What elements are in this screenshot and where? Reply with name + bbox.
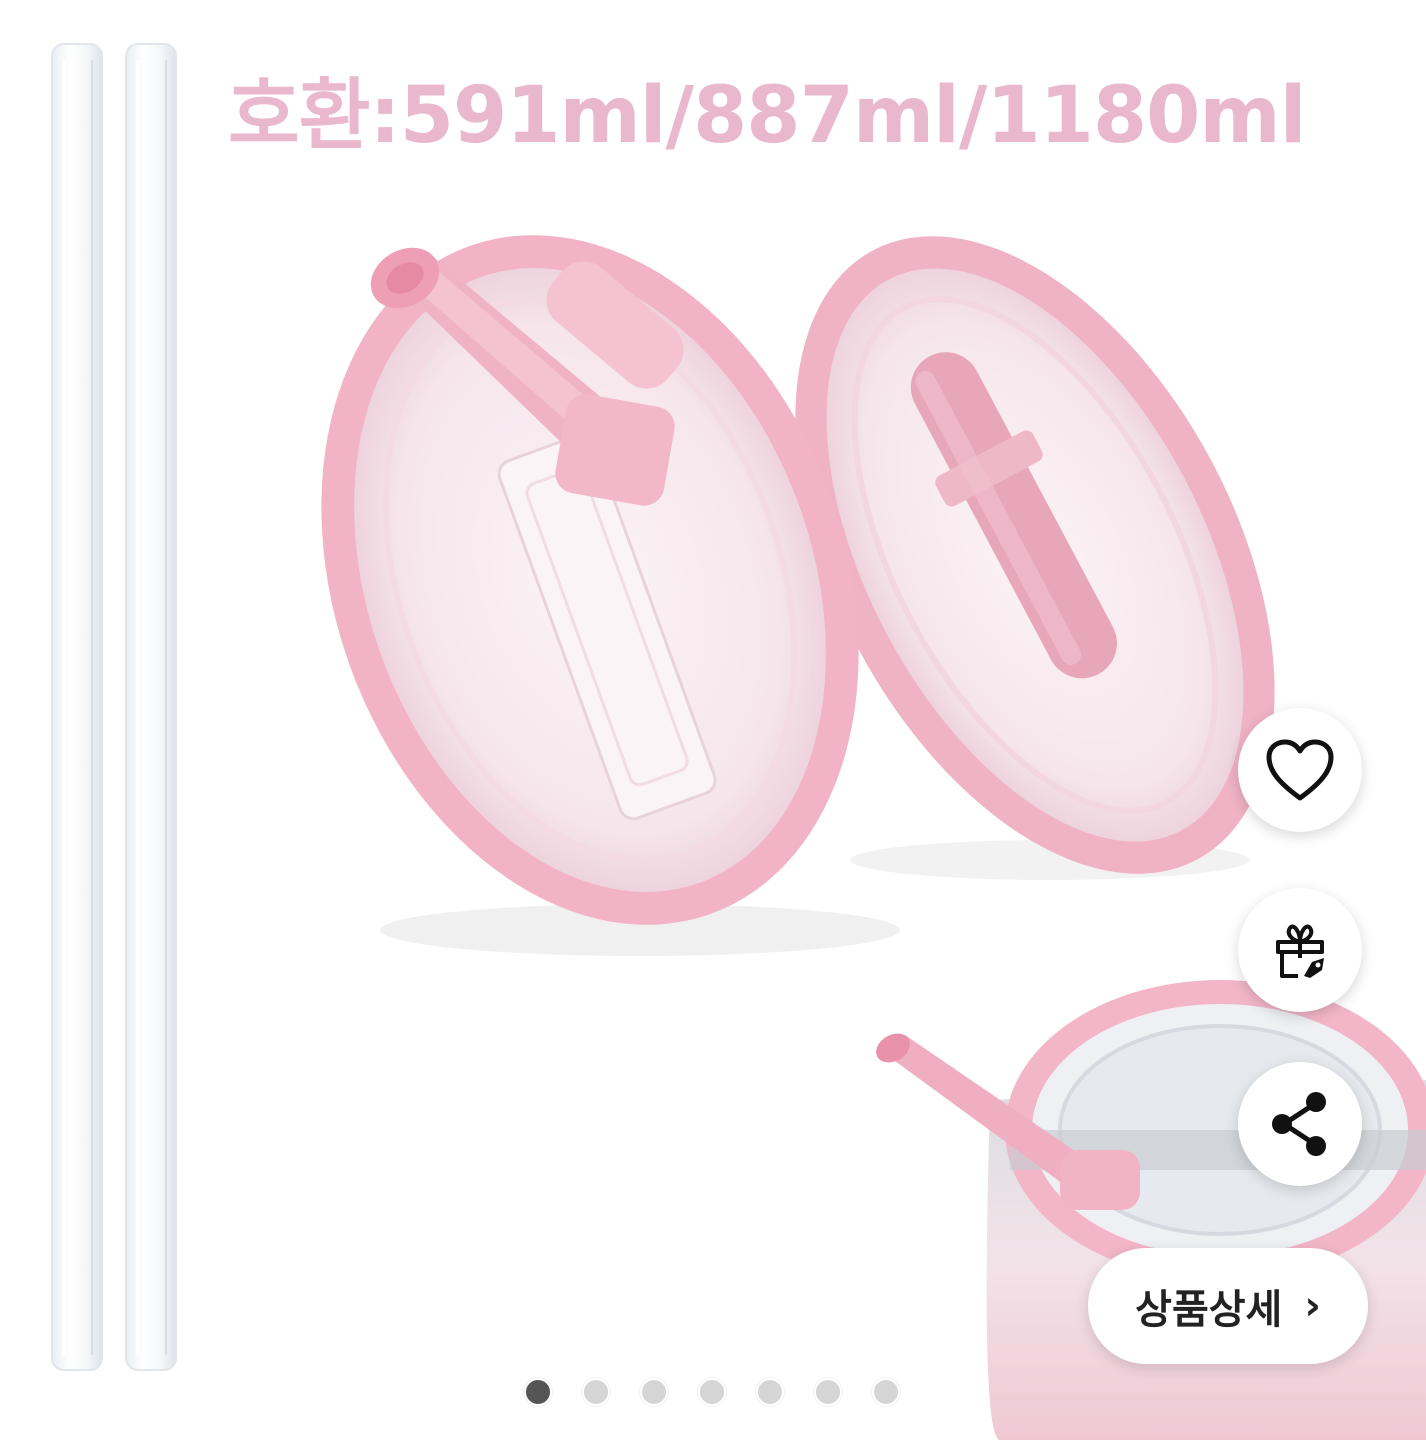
carousel-dot-1[interactable] bbox=[524, 1378, 552, 1406]
straw-left bbox=[51, 43, 103, 1371]
gift-icon bbox=[1276, 924, 1324, 978]
product-photo bbox=[51, 43, 1426, 1440]
like-button[interactable] bbox=[1238, 708, 1362, 832]
carousel-dot-4[interactable] bbox=[698, 1378, 726, 1406]
gift-button[interactable] bbox=[1238, 888, 1362, 1012]
carousel-dot-5[interactable] bbox=[756, 1378, 784, 1406]
carousel-dot-3[interactable] bbox=[640, 1378, 668, 1406]
product-detail-button[interactable]: 상품상세 › bbox=[1088, 1248, 1368, 1364]
straw-right bbox=[125, 43, 177, 1371]
heart-icon bbox=[1266, 739, 1334, 801]
compatibility-headline: 호환:591ml/887ml/1180ml bbox=[228, 71, 1306, 161]
carousel-dot-6[interactable] bbox=[814, 1378, 842, 1406]
product-image-gallery[interactable]: 호환:591ml/887ml/1180ml 상품상세 › bbox=[0, 0, 1426, 1440]
carousel-pagination bbox=[0, 1378, 1426, 1408]
share-icon bbox=[1272, 1092, 1326, 1156]
carousel-dot-2[interactable] bbox=[582, 1378, 610, 1406]
chevron-right-icon: › bbox=[1304, 1283, 1321, 1329]
carousel-dot-7[interactable] bbox=[872, 1378, 900, 1406]
tumbler-inset bbox=[876, 980, 1426, 1440]
share-button[interactable] bbox=[1238, 1062, 1362, 1186]
product-detail-label: 상품상세 bbox=[1135, 1287, 1283, 1333]
